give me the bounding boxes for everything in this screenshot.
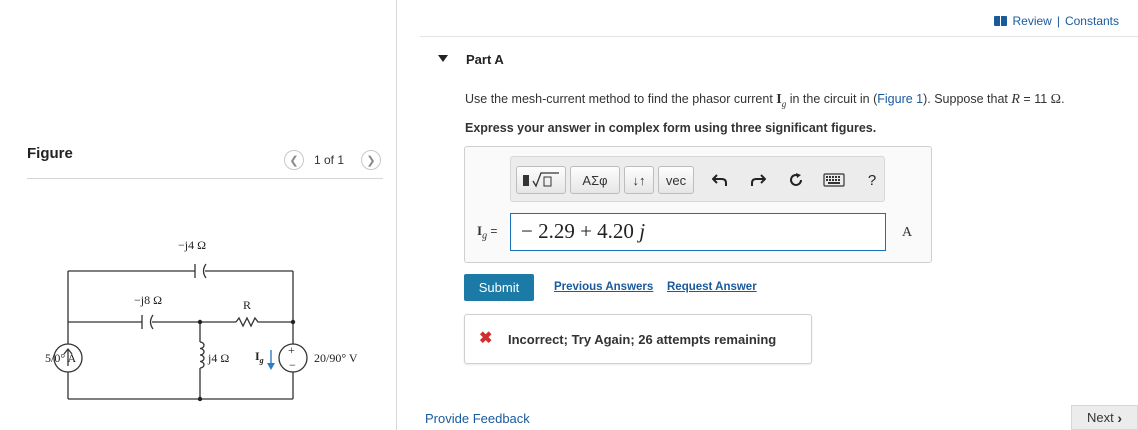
prev-figure-button[interactable]: ❮ [284, 150, 304, 170]
x-icon: ✖ [479, 330, 493, 347]
next-figure-button[interactable]: ❯ [361, 150, 381, 170]
help-icon: ? [867, 171, 877, 189]
circuit-diagram: + − −j4 Ω −j8 Ω R j4 Ω 5/0° A 20/90° V I… [45, 238, 358, 402]
review-constants: Review | Constants [994, 14, 1119, 28]
plus-sign: + [288, 343, 295, 357]
figure-title: Figure [27, 145, 73, 162]
inductor-label: j4 Ω [207, 351, 229, 365]
minus-sign: − [289, 358, 296, 372]
figure-divider [27, 178, 383, 179]
answer-input[interactable]: − 2.29 + 4.20 j [510, 213, 886, 251]
keyboard-icon [823, 173, 845, 187]
greek-symbols-button[interactable]: ΑΣφ [570, 166, 620, 194]
capacitor-top-label: −j4 Ω [178, 238, 206, 252]
constants-link[interactable]: Constants [1065, 14, 1119, 28]
answer-unit: A [902, 225, 913, 240]
help-button[interactable]: ? [862, 170, 882, 190]
figure-link[interactable]: Figure 1 [877, 92, 923, 106]
voltage-source-label: 20/90° V [314, 351, 358, 365]
undo-icon [712, 174, 727, 186]
undo-button[interactable] [710, 170, 730, 190]
reset-button[interactable] [786, 170, 806, 190]
part-title: Part A [466, 52, 504, 67]
capacitor-mid-label: −j8 Ω [134, 293, 162, 307]
resistor-label: R [243, 298, 251, 312]
reset-icon [790, 173, 802, 186]
instruction-text: Express your answer in complex form usin… [465, 121, 877, 135]
feedback-text: Incorrect; Try Again; 26 attempts remain… [508, 332, 777, 347]
chevron-right-icon: ❯ [366, 154, 376, 167]
review-link[interactable]: Review [1012, 14, 1051, 28]
question-text: Use the mesh-current method to find the … [465, 92, 1065, 109]
vector-button[interactable]: vec [658, 166, 694, 194]
book-icon [994, 16, 1008, 26]
panel-divider [396, 0, 397, 430]
previous-answers-link[interactable]: Previous Answers [554, 281, 653, 293]
keyboard-button[interactable] [822, 170, 846, 190]
collapse-triangle-icon[interactable] [438, 55, 448, 62]
ig-arrow-label: Ig [255, 349, 264, 365]
header-divider [420, 36, 1138, 37]
figure-pager: 1 of 1 [314, 153, 345, 167]
template-button[interactable] [516, 166, 566, 194]
next-button[interactable]: Next › [1071, 405, 1138, 430]
ig-symbol: Ig [776, 92, 787, 109]
subscript-button[interactable]: ↓↑ [624, 166, 654, 194]
chevron-left-icon: ❮ [289, 154, 299, 167]
separator: | [1056, 14, 1060, 28]
submit-button[interactable]: Submit [464, 274, 534, 301]
redo-icon [751, 174, 766, 186]
chevron-right-icon: › [1117, 409, 1123, 426]
current-source-label: 5/0° A [45, 351, 76, 365]
request-answer-link[interactable]: Request Answer [667, 281, 757, 293]
template-icon [523, 172, 559, 188]
answer-label: Ig = [477, 223, 498, 242]
redo-button[interactable] [748, 170, 768, 190]
provide-feedback-link[interactable]: Provide Feedback [425, 411, 530, 426]
